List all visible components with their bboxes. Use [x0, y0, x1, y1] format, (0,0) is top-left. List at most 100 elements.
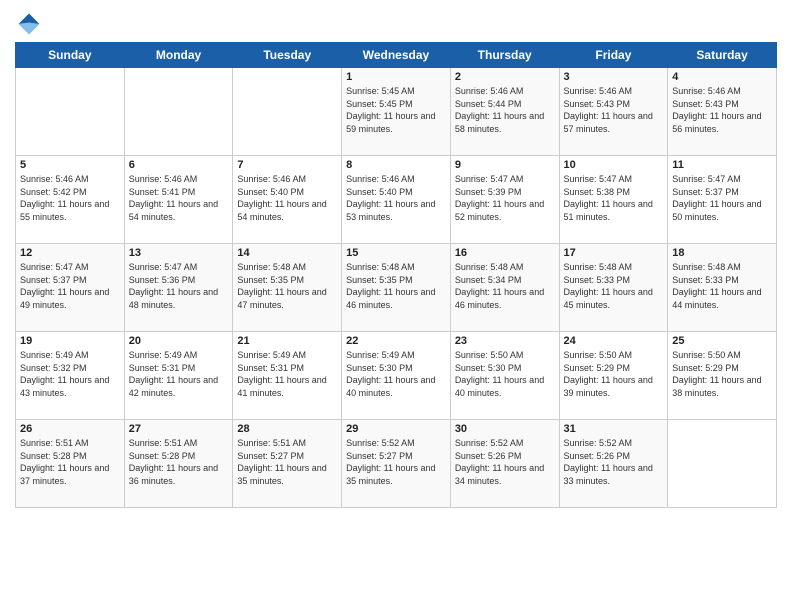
calendar-day-cell: 4 Sunrise: 5:46 AMSunset: 5:43 PMDaylight… [668, 68, 777, 156]
calendar-week-row: 19 Sunrise: 5:49 AMSunset: 5:32 PMDayligh… [16, 332, 777, 420]
day-number: 5 [20, 159, 120, 171]
day-info: Sunrise: 5:48 AMSunset: 5:35 PMDaylight:… [237, 261, 337, 311]
day-info: Sunrise: 5:48 AMSunset: 5:34 PMDaylight:… [455, 261, 555, 311]
calendar-day-cell: 14 Sunrise: 5:48 AMSunset: 5:35 PMDayligh… [233, 244, 342, 332]
day-info: Sunrise: 5:50 AMSunset: 5:29 PMDaylight:… [564, 349, 664, 399]
day-info: Sunrise: 5:48 AMSunset: 5:33 PMDaylight:… [564, 261, 664, 311]
day-info: Sunrise: 5:49 AMSunset: 5:31 PMDaylight:… [129, 349, 229, 399]
calendar-week-row: 12 Sunrise: 5:47 AMSunset: 5:37 PMDayligh… [16, 244, 777, 332]
calendar-day-cell [16, 68, 125, 156]
day-info: Sunrise: 5:46 AMSunset: 5:42 PMDaylight:… [20, 173, 120, 223]
calendar-day-cell: 22 Sunrise: 5:49 AMSunset: 5:30 PMDayligh… [342, 332, 451, 420]
calendar-day-cell: 25 Sunrise: 5:50 AMSunset: 5:29 PMDayligh… [668, 332, 777, 420]
calendar-day-cell: 24 Sunrise: 5:50 AMSunset: 5:29 PMDayligh… [559, 332, 668, 420]
day-number: 25 [672, 335, 772, 347]
calendar-day-cell: 3Sunrise: 5:46 AMSunset: 5:43 PMDaylight… [559, 68, 668, 156]
calendar-day-cell: 30 Sunrise: 5:52 AMSunset: 5:26 PMDayligh… [450, 420, 559, 508]
day-info: Sunrise: 5:51 AMSunset: 5:28 PMDaylight:… [20, 437, 120, 487]
weekday-header-row: SundayMondayTuesdayWednesdayThursdayFrid… [16, 43, 777, 68]
calendar-day-cell: 31 Sunrise: 5:52 AMSunset: 5:26 PMDayligh… [559, 420, 668, 508]
day-number: 27 [129, 423, 229, 435]
header [15, 10, 777, 38]
calendar-day-cell: 16 Sunrise: 5:48 AMSunset: 5:34 PMDayligh… [450, 244, 559, 332]
day-info: Sunrise: 5:52 AMSunset: 5:26 PMDaylight:… [455, 437, 555, 487]
day-number: 22 [346, 335, 446, 347]
calendar-day-cell: 5 Sunrise: 5:46 AMSunset: 5:42 PMDaylight… [16, 156, 125, 244]
day-number: 30 [455, 423, 555, 435]
day-number: 14 [237, 247, 337, 259]
day-number: 13 [129, 247, 229, 259]
calendar-day-cell: 1 Sunrise: 5:45 AMSunset: 5:45 PMDaylight… [342, 68, 451, 156]
day-number: 6 [129, 159, 229, 171]
logo [15, 10, 47, 38]
day-info: Sunrise: 5:52 AMSunset: 5:26 PMDaylight:… [564, 437, 664, 487]
day-number: 29 [346, 423, 446, 435]
day-number: 24 [564, 335, 664, 347]
day-number: 8 [346, 159, 446, 171]
day-info: Sunrise: 5:47 AMSunset: 5:38 PMDaylight:… [564, 173, 664, 223]
calendar-day-cell: 21 Sunrise: 5:49 AMSunset: 5:31 PMDayligh… [233, 332, 342, 420]
day-number: 18 [672, 247, 772, 259]
calendar-day-cell [233, 68, 342, 156]
logo-icon [15, 10, 43, 38]
day-info: Sunrise: 5:46 AMSunset: 5:44 PMDaylight:… [455, 85, 555, 135]
day-info: Sunrise: 5:46 AMSunset: 5:41 PMDaylight:… [129, 173, 229, 223]
day-info: Sunrise: 5:49 AMSunset: 5:31 PMDaylight:… [237, 349, 337, 399]
calendar-week-row: 1 Sunrise: 5:45 AMSunset: 5:45 PMDaylight… [16, 68, 777, 156]
calendar-table: SundayMondayTuesdayWednesdayThursdayFrid… [15, 42, 777, 508]
page-container: SundayMondayTuesdayWednesdayThursdayFrid… [0, 0, 792, 518]
calendar-day-cell: 13 Sunrise: 5:47 AMSunset: 5:36 PMDayligh… [124, 244, 233, 332]
day-number: 4 [672, 71, 772, 83]
day-number: 2 [455, 71, 555, 83]
calendar-day-cell [668, 420, 777, 508]
calendar-day-cell: 10Sunrise: 5:47 AMSunset: 5:38 PMDayligh… [559, 156, 668, 244]
day-number: 3 [564, 71, 664, 83]
day-info: Sunrise: 5:48 AMSunset: 5:33 PMDaylight:… [672, 261, 772, 311]
day-info: Sunrise: 5:51 AMSunset: 5:28 PMDaylight:… [129, 437, 229, 487]
calendar-day-cell: 12 Sunrise: 5:47 AMSunset: 5:37 PMDayligh… [16, 244, 125, 332]
day-info: Sunrise: 5:46 AMSunset: 5:40 PMDaylight:… [237, 173, 337, 223]
day-number: 31 [564, 423, 664, 435]
weekday-header: Thursday [450, 43, 559, 68]
day-info: Sunrise: 5:46 AMSunset: 5:43 PMDaylight:… [672, 85, 772, 135]
day-number: 16 [455, 247, 555, 259]
calendar-day-cell: 11Sunrise: 5:47 AMSunset: 5:37 PMDayligh… [668, 156, 777, 244]
calendar-day-cell: 17Sunrise: 5:48 AMSunset: 5:33 PMDayligh… [559, 244, 668, 332]
day-info: Sunrise: 5:52 AMSunset: 5:27 PMDaylight:… [346, 437, 446, 487]
weekday-header: Wednesday [342, 43, 451, 68]
day-info: Sunrise: 5:48 AMSunset: 5:35 PMDaylight:… [346, 261, 446, 311]
calendar-day-cell: 6 Sunrise: 5:46 AMSunset: 5:41 PMDaylight… [124, 156, 233, 244]
weekday-header: Sunday [16, 43, 125, 68]
calendar-day-cell [124, 68, 233, 156]
day-number: 19 [20, 335, 120, 347]
calendar-day-cell: 27 Sunrise: 5:51 AMSunset: 5:28 PMDayligh… [124, 420, 233, 508]
day-number: 21 [237, 335, 337, 347]
day-number: 9 [455, 159, 555, 171]
calendar-day-cell: 23 Sunrise: 5:50 AMSunset: 5:30 PMDayligh… [450, 332, 559, 420]
day-info: Sunrise: 5:45 AMSunset: 5:45 PMDaylight:… [346, 85, 446, 135]
calendar-day-cell: 26Sunrise: 5:51 AMSunset: 5:28 PMDayligh… [16, 420, 125, 508]
day-info: Sunrise: 5:50 AMSunset: 5:30 PMDaylight:… [455, 349, 555, 399]
day-info: Sunrise: 5:47 AMSunset: 5:39 PMDaylight:… [455, 173, 555, 223]
day-info: Sunrise: 5:49 AMSunset: 5:32 PMDaylight:… [20, 349, 120, 399]
calendar-day-cell: 2 Sunrise: 5:46 AMSunset: 5:44 PMDaylight… [450, 68, 559, 156]
day-info: Sunrise: 5:49 AMSunset: 5:30 PMDaylight:… [346, 349, 446, 399]
day-info: Sunrise: 5:46 AMSunset: 5:40 PMDaylight:… [346, 173, 446, 223]
day-info: Sunrise: 5:47 AMSunset: 5:37 PMDaylight:… [20, 261, 120, 311]
calendar-day-cell: 29 Sunrise: 5:52 AMSunset: 5:27 PMDayligh… [342, 420, 451, 508]
day-number: 20 [129, 335, 229, 347]
calendar-day-cell: 8 Sunrise: 5:46 AMSunset: 5:40 PMDaylight… [342, 156, 451, 244]
day-info: Sunrise: 5:47 AMSunset: 5:36 PMDaylight:… [129, 261, 229, 311]
day-number: 23 [455, 335, 555, 347]
calendar-week-row: 5 Sunrise: 5:46 AMSunset: 5:42 PMDaylight… [16, 156, 777, 244]
day-number: 12 [20, 247, 120, 259]
day-number: 15 [346, 247, 446, 259]
calendar-day-cell: 19 Sunrise: 5:49 AMSunset: 5:32 PMDayligh… [16, 332, 125, 420]
day-info: Sunrise: 5:50 AMSunset: 5:29 PMDaylight:… [672, 349, 772, 399]
day-number: 7 [237, 159, 337, 171]
weekday-header: Monday [124, 43, 233, 68]
day-info: Sunrise: 5:51 AMSunset: 5:27 PMDaylight:… [237, 437, 337, 487]
day-number: 1 [346, 71, 446, 83]
day-info: Sunrise: 5:47 AMSunset: 5:37 PMDaylight:… [672, 173, 772, 223]
calendar-day-cell: 18 Sunrise: 5:48 AMSunset: 5:33 PMDayligh… [668, 244, 777, 332]
